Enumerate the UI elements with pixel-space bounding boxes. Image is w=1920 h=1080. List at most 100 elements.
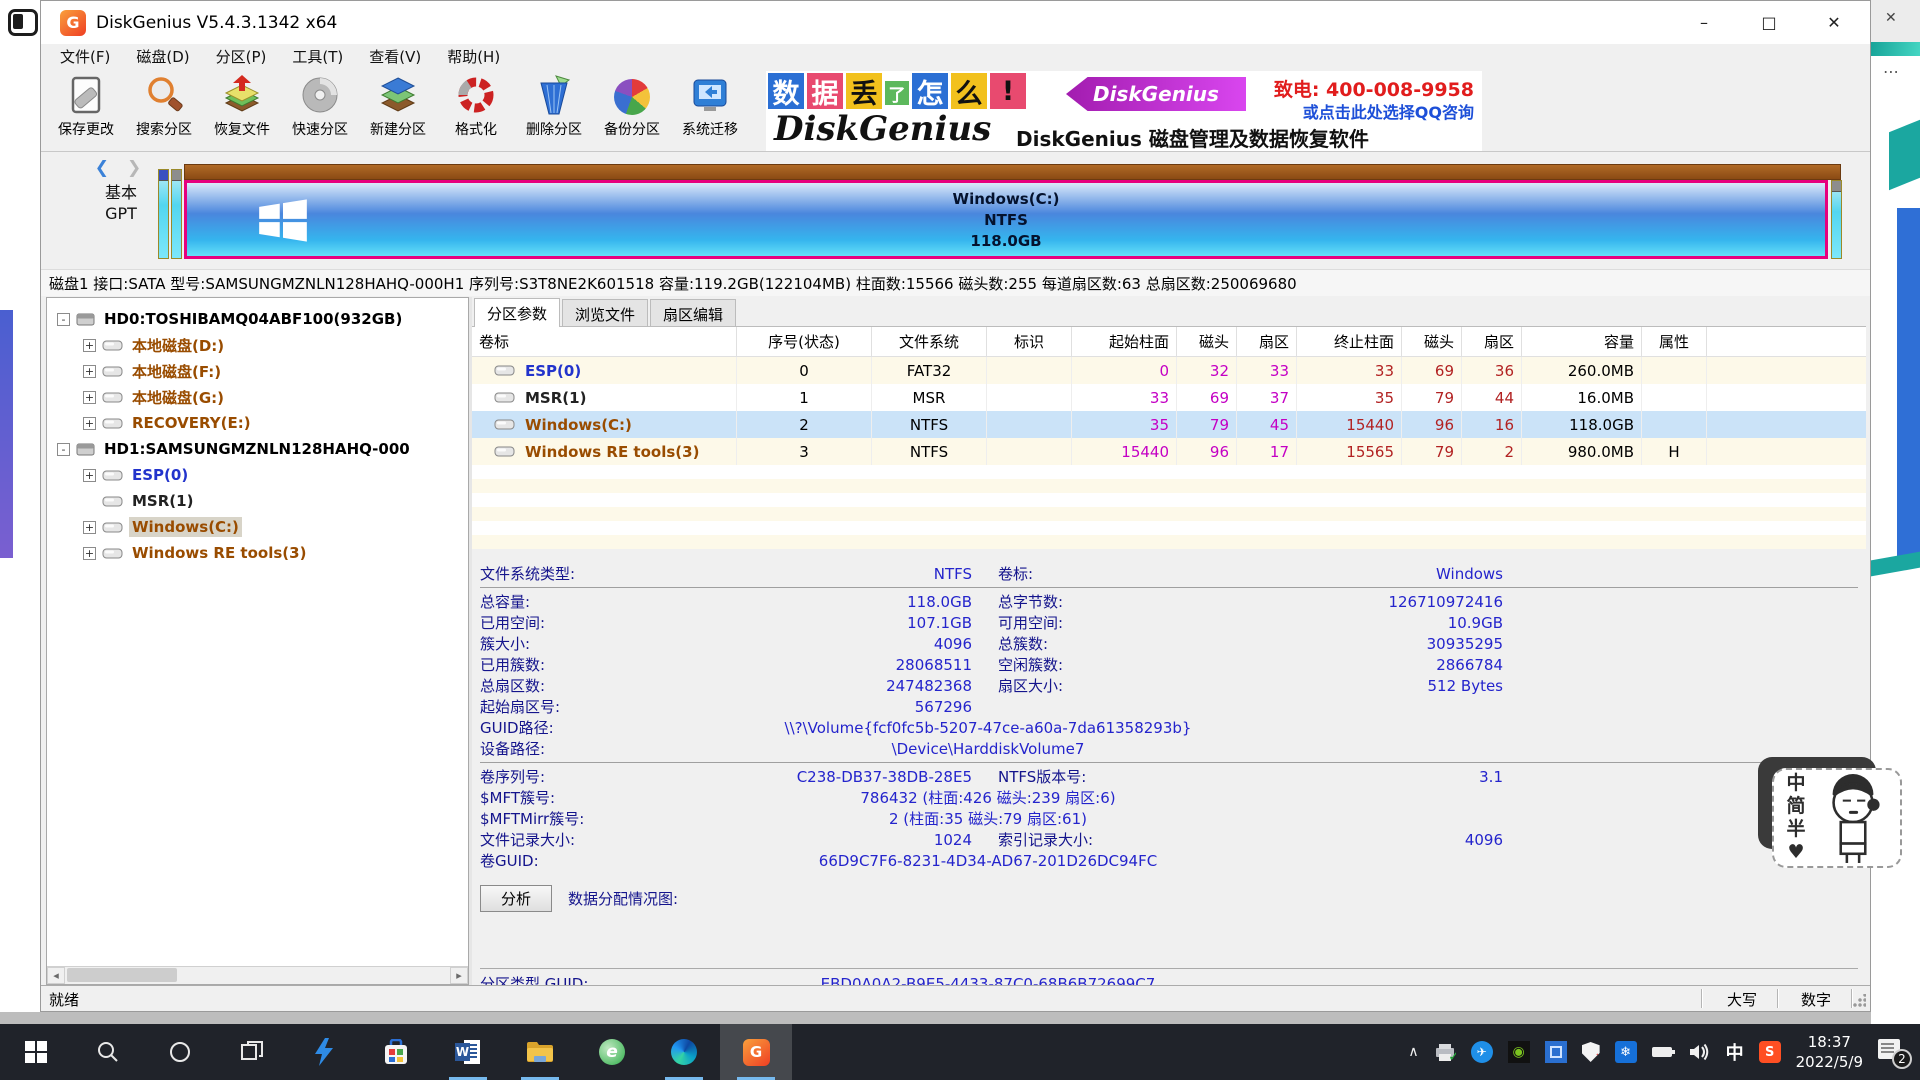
maximize-button[interactable]: □: [1741, 1, 1797, 43]
scroll-right-icon[interactable]: ▸: [450, 967, 468, 984]
toolbar-new-partition-button[interactable]: 新建分区: [359, 69, 437, 151]
tray-bird-icon[interactable]: ✈: [1471, 1041, 1493, 1063]
column-header-6[interactable]: 扇区: [1237, 327, 1297, 356]
tray-ime-zh-icon[interactable]: 中: [1726, 1039, 1744, 1065]
scroll-left-icon[interactable]: ◂: [47, 967, 65, 984]
tree-expander-icon[interactable]: -: [57, 313, 70, 326]
column-header-2[interactable]: 文件系统: [872, 327, 987, 356]
disk-band[interactable]: [184, 164, 1841, 180]
menu-item-0[interactable]: 文件(F): [47, 44, 123, 69]
tab-1[interactable]: 浏览文件: [562, 299, 648, 326]
taskbar-search-button[interactable]: [72, 1024, 144, 1080]
table-row[interactable]: MSR(1)1MSR33693735794416.0MB: [472, 384, 1866, 411]
tray-printer-icon[interactable]: ✓: [1434, 1042, 1456, 1062]
tree-expander-icon[interactable]: +: [83, 365, 96, 378]
column-header-9[interactable]: 扇区: [1462, 327, 1522, 356]
tree-item--f-[interactable]: +本地磁盘(F:): [47, 358, 468, 384]
toolbar-format-button[interactable]: 格式化: [437, 69, 515, 151]
taskbar-word-button[interactable]: W: [432, 1024, 504, 1080]
ad-banner[interactable]: 数据丢了怎么! DiskGenius DiskGenius 致电: 400-00…: [766, 71, 1482, 151]
partition-block-msr[interactable]: [171, 169, 182, 259]
toolbar-delete-partition-button[interactable]: 删除分区: [515, 69, 593, 151]
menu-item-2[interactable]: 分区(P): [203, 44, 280, 69]
column-header-4[interactable]: 起始柱面: [1072, 327, 1177, 356]
analyze-button[interactable]: 分析: [480, 885, 552, 912]
overflow-dots-icon[interactable]: ⋯: [1883, 62, 1900, 81]
column-header-11[interactable]: 属性: [1642, 327, 1707, 356]
tab-2[interactable]: 扇区编辑: [650, 299, 736, 326]
tree-item-hd0-toshibamq04abf100-932gb-[interactable]: -HD0:TOSHIBAMQ04ABF100(932GB): [47, 306, 468, 332]
partition-block-esp[interactable]: [158, 169, 169, 259]
minimize-button[interactable]: –: [1676, 1, 1732, 43]
tray-defender-icon[interactable]: ✕: [1582, 1042, 1600, 1062]
next-disk-icon[interactable]: ❯: [127, 158, 147, 178]
tree-expander-icon[interactable]: +: [83, 339, 96, 352]
tree-item-msr-1-[interactable]: MSR(1): [47, 488, 468, 514]
taskbar-task-view-button[interactable]: [216, 1024, 288, 1080]
tree-item-windows-re-tools-3-[interactable]: +Windows RE tools(3): [47, 540, 468, 566]
scrollbar-track[interactable]: [65, 967, 450, 984]
tray-intel-icon[interactable]: [1545, 1041, 1567, 1063]
taskbar-store-button[interactable]: [360, 1024, 432, 1080]
column-header-1[interactable]: 序号(状态): [737, 327, 872, 356]
table-row[interactable]: Windows RE tools(3)3NTFS1544096171556579…: [472, 438, 1866, 465]
ad-qq-link[interactable]: 或点击此处选择QQ咨询: [1303, 99, 1474, 123]
background-close-icon[interactable]: ✕: [1871, 0, 1920, 42]
tree-item--d-[interactable]: +本地磁盘(D:): [47, 332, 468, 358]
tree-expander-icon[interactable]: -: [57, 443, 70, 456]
tree-item-recovery-e-[interactable]: +RECOVERY(E:): [47, 410, 468, 436]
taskbar-start-button[interactable]: [0, 1024, 72, 1080]
column-header-7[interactable]: 终止柱面: [1297, 327, 1402, 356]
menu-item-1[interactable]: 磁盘(D): [123, 44, 202, 69]
tree-expander-icon[interactable]: +: [83, 469, 96, 482]
tray-volume-icon[interactable]: [1687, 1043, 1711, 1061]
tree-item-windows-c-[interactable]: +Windows(C:): [47, 514, 468, 540]
menu-item-5[interactable]: 帮助(H): [434, 44, 513, 69]
table-row[interactable]: ESP(0)0FAT3203233336936260.0MB: [472, 357, 1866, 384]
taskbar-diskgenius-button[interactable]: G: [720, 1024, 792, 1080]
tree-item--g-[interactable]: +本地磁盘(G:): [47, 384, 468, 410]
toolbar-save-changes-button[interactable]: 保存更改: [47, 69, 125, 151]
tree-expander-icon[interactable]: +: [83, 547, 96, 560]
taskbar-ie-button[interactable]: e: [576, 1024, 648, 1080]
column-header-10[interactable]: 容量: [1522, 327, 1642, 356]
taskbar-clock[interactable]: 18:372022/5/9: [1796, 1032, 1863, 1072]
tree-expander-icon[interactable]: +: [83, 417, 96, 430]
ime-floating-widget[interactable]: 中简半♥: [1772, 768, 1902, 868]
scrollbar-thumb[interactable]: [67, 968, 177, 982]
tray-nvidia-icon[interactable]: ◉: [1508, 1041, 1530, 1063]
tree-item-hd1-samsungmznln128hahq-000[interactable]: -HD1:SAMSUNGMZNLN128HAHQ-000: [47, 436, 468, 462]
titlebar[interactable]: G DiskGenius V5.4.3.1342 x64 – □ ✕: [41, 1, 1870, 44]
close-button[interactable]: ✕: [1806, 1, 1862, 43]
partition-block-windows-c[interactable]: Windows(C:) NTFS 118.0GB: [184, 180, 1828, 259]
menu-item-3[interactable]: 工具(T): [279, 44, 356, 69]
resize-grip[interactable]: [1852, 994, 1866, 1008]
menu-item-4[interactable]: 查看(V): [356, 44, 434, 69]
taskbar-flow-button[interactable]: [288, 1024, 360, 1080]
prev-disk-icon[interactable]: ❮: [95, 158, 115, 178]
tree-expander-icon[interactable]: +: [83, 391, 96, 404]
tree-horizontal-scrollbar[interactable]: ◂ ▸: [47, 966, 468, 984]
toolbar-search-partition-button[interactable]: 搜索分区: [125, 69, 203, 151]
taskbar-explorer-button[interactable]: [504, 1024, 576, 1080]
partition-block-re-tools[interactable]: [1831, 180, 1842, 259]
column-header-8[interactable]: 磁头: [1402, 327, 1462, 356]
tree-item-esp-0-[interactable]: +ESP(0): [47, 462, 468, 488]
tree-expander-icon[interactable]: +: [83, 521, 96, 534]
toolbar-backup-partition-button[interactable]: 备份分区: [593, 69, 671, 151]
taskbar-edge-button[interactable]: [648, 1024, 720, 1080]
table-row[interactable]: Windows(C:)2NTFS357945154409616118.0GB: [472, 411, 1866, 438]
column-header-0[interactable]: 卷标: [472, 327, 737, 356]
tray-snowflake-icon[interactable]: ❄: [1615, 1041, 1637, 1063]
column-header-5[interactable]: 磁头: [1177, 327, 1237, 356]
toolbar-recover-files-button[interactable]: 恢复文件: [203, 69, 281, 151]
toolbar-system-migration-button[interactable]: 系统迁移: [671, 69, 749, 151]
tray-sogou-icon[interactable]: S: [1759, 1041, 1781, 1063]
taskbar-cortana-button[interactable]: [144, 1024, 216, 1080]
notification-icon[interactable]: 2: [1878, 1039, 1908, 1065]
toolbar-quick-partition-button[interactable]: 快速分区: [281, 69, 359, 151]
tray-battery-icon[interactable]: [1652, 1047, 1672, 1057]
tab-0[interactable]: 分区参数: [474, 298, 560, 327]
tray-tray-expand-icon[interactable]: ∧: [1408, 1044, 1418, 1060]
column-header-3[interactable]: 标识: [987, 327, 1072, 356]
